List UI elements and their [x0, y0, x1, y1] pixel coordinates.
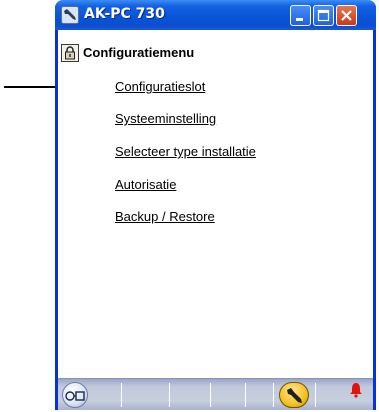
status-bar: [58, 378, 373, 410]
maximize-button[interactable]: [313, 5, 334, 26]
wrench-icon: [61, 6, 79, 24]
status-separator: [245, 383, 246, 407]
minimize-button[interactable]: [290, 5, 311, 26]
minimize-icon: [296, 18, 303, 21]
title-bar[interactable]: AK-PC 730: [55, 0, 376, 30]
close-icon: [341, 10, 352, 21]
menu-item-configuratieslot[interactable]: Configuratieslot: [115, 79, 205, 94]
close-button[interactable]: [336, 5, 357, 26]
menu-item-systeeminstelling[interactable]: Systeeminstelling: [115, 111, 216, 126]
status-separator: [210, 383, 211, 407]
window-content: Configuratiemenu Configuratieslot Systee…: [58, 30, 373, 378]
lock-icon: [61, 44, 79, 62]
menu-item-selecteer-type-installatie[interactable]: Selecteer type installatie: [115, 144, 256, 159]
service-tool-button[interactable]: [279, 382, 309, 408]
display-glasses-icon: [65, 391, 85, 401]
display-button[interactable]: [62, 382, 88, 408]
window-title: AK-PC 730: [84, 6, 165, 22]
status-separator: [169, 383, 170, 407]
wrench-icon: [287, 388, 302, 403]
maximize-icon: [317, 9, 330, 22]
status-separator: [315, 383, 316, 407]
menu-item-autorisatie[interactable]: Autorisatie: [115, 177, 176, 192]
status-separator: [273, 383, 274, 407]
menu-item-backup-restore[interactable]: Backup / Restore: [115, 209, 215, 224]
menu-title: Configuratiemenu: [83, 45, 195, 60]
status-separator: [121, 383, 122, 407]
app-window: AK-PC 730 Configuratiemenu Configuraties…: [55, 0, 376, 410]
bell-icon[interactable]: [348, 382, 364, 398]
